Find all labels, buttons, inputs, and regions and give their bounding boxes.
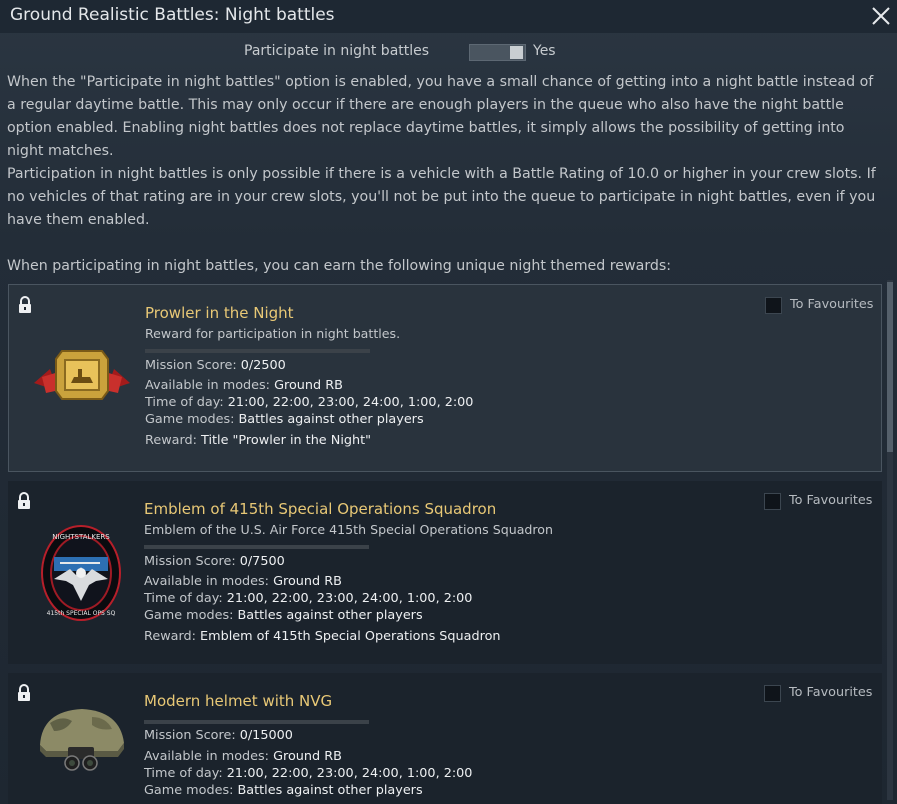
available-modes-value: Ground RB [273,574,342,589]
close-icon [872,7,890,25]
title-bar: Ground Realistic Battles: Night battles [0,0,897,33]
mission-score-line: Mission Score: 0/15000 [144,728,293,743]
mission-score-line: Mission Score: 0/7500 [144,554,285,569]
game-modes-line: Game modes: Battles against other player… [144,783,423,798]
game-modes-line: Game modes: Battles against other player… [145,412,424,427]
available-modes-line: Available in modes: Ground RB [145,378,343,393]
mission-score-line: Mission Score: 0/2500 [145,358,286,373]
favourites-label: To Favourites [789,685,873,700]
reward-card[interactable]: NIGHTSTALKERS 415th SPECIAL OPS SQ Emble… [8,481,882,664]
mission-score-label: Mission Score: [145,358,241,373]
night-battles-switch[interactable] [469,44,526,61]
mission-score-label: Mission Score: [144,554,240,569]
time-of-day-value: 21:00, 22:00, 23:00, 24:00, 1:00, 2:00 [226,766,473,781]
intro-paragraph-2: Participation in night battles is only p… [7,166,876,228]
emblem-bottom-text: 415th SPECIAL OPS SQ [47,610,116,617]
reward-value: Emblem of 415th Special Operations Squad… [200,629,501,644]
reward-label: Reward: [145,433,202,448]
available-modes-label: Available in modes: [145,378,275,393]
available-modes-line: Available in modes: Ground RB [144,574,342,589]
time-of-day-label: Time of day: [144,591,227,606]
favourites-label: To Favourites [790,297,874,312]
available-modes-label: Available in modes: [144,749,274,764]
game-modes-label: Game modes: [144,783,238,798]
time-of-day-value: 21:00, 22:00, 23:00, 24:00, 1:00, 2:00 [226,591,473,606]
game-modes-value: Battles against other players [237,783,423,798]
favourites-checkbox[interactable] [765,297,782,314]
available-modes-value: Ground RB [273,749,342,764]
time-of-day-line: Time of day: 21:00, 22:00, 23:00, 24:00,… [144,766,472,781]
favourites-label: To Favourites [789,493,873,508]
mission-score-value: 0/2500 [240,358,286,373]
emblem-top-text: NIGHTSTALKERS [52,533,110,541]
toggle-label: Participate in night battles [244,43,430,59]
favourites-checkbox[interactable] [764,685,781,702]
mission-score-label: Mission Score: [144,728,240,743]
switch-knob [510,46,523,59]
time-of-day-label: Time of day: [144,766,227,781]
progress-bar [144,720,369,724]
reward-title: Emblem of 415th Special Operations Squad… [144,500,497,518]
game-modes-label: Game modes: [145,412,239,427]
game-modes-label: Game modes: [144,608,238,623]
night-battles-toggle-row: Participate in night battles Yes [0,43,897,63]
reward-description: Emblem of the U.S. Air Force 415th Speci… [144,522,553,537]
nvg-helmet-icon [40,709,124,771]
reward-title: Prowler in the Night [145,304,294,322]
reward-line: Reward: Title "Prowler in the Night" [145,433,371,448]
time-of-day-line: Time of day: 21:00, 22:00, 23:00, 24:00,… [144,591,472,606]
scrollbar[interactable] [887,280,893,800]
reward-description: Reward for participation in night battle… [145,326,401,341]
lock-icon [17,492,31,510]
favourites-checkbox[interactable] [764,493,781,510]
close-button[interactable] [868,3,894,29]
reward-value: Title "Prowler in the Night" [201,433,372,448]
mission-score-value: 0/7500 [239,554,285,569]
time-of-day-label: Time of day: [145,395,228,410]
game-modes-line: Game modes: Battles against other player… [144,608,423,623]
available-modes-label: Available in modes: [144,574,274,589]
reward-card[interactable]: Modern helmet with NVG Mission Score: 0/… [8,673,882,804]
intro-paragraph-3: When participating in night battles, you… [7,258,672,274]
medal-icon [34,350,130,400]
progress-bar [144,545,369,549]
available-modes-line: Available in modes: Ground RB [144,749,342,764]
squadron-emblem-icon: NIGHTSTALKERS 415th SPECIAL OPS SQ [41,525,121,621]
reward-line: Reward: Emblem of 415th Special Operatio… [144,629,501,644]
game-modes-value: Battles against other players [238,412,424,427]
scrollbar-thumb[interactable] [887,282,893,452]
toggle-value: Yes [533,43,556,59]
intro-paragraph-1: When the "Participate in night battles" … [7,74,874,159]
game-modes-value: Battles against other players [237,608,423,623]
reward-label: Reward: [144,629,201,644]
lock-icon [17,684,31,702]
reward-card[interactable]: Prowler in the Night Reward for particip… [8,284,882,472]
reward-title: Modern helmet with NVG [144,692,333,710]
window-title: Ground Realistic Battles: Night battles [10,5,335,25]
lock-icon [18,296,32,314]
available-modes-value: Ground RB [274,378,343,393]
mission-score-value: 0/15000 [239,728,293,743]
time-of-day-value: 21:00, 22:00, 23:00, 24:00, 1:00, 2:00 [227,395,474,410]
progress-bar [145,349,370,353]
time-of-day-line: Time of day: 21:00, 22:00, 23:00, 24:00,… [145,395,473,410]
